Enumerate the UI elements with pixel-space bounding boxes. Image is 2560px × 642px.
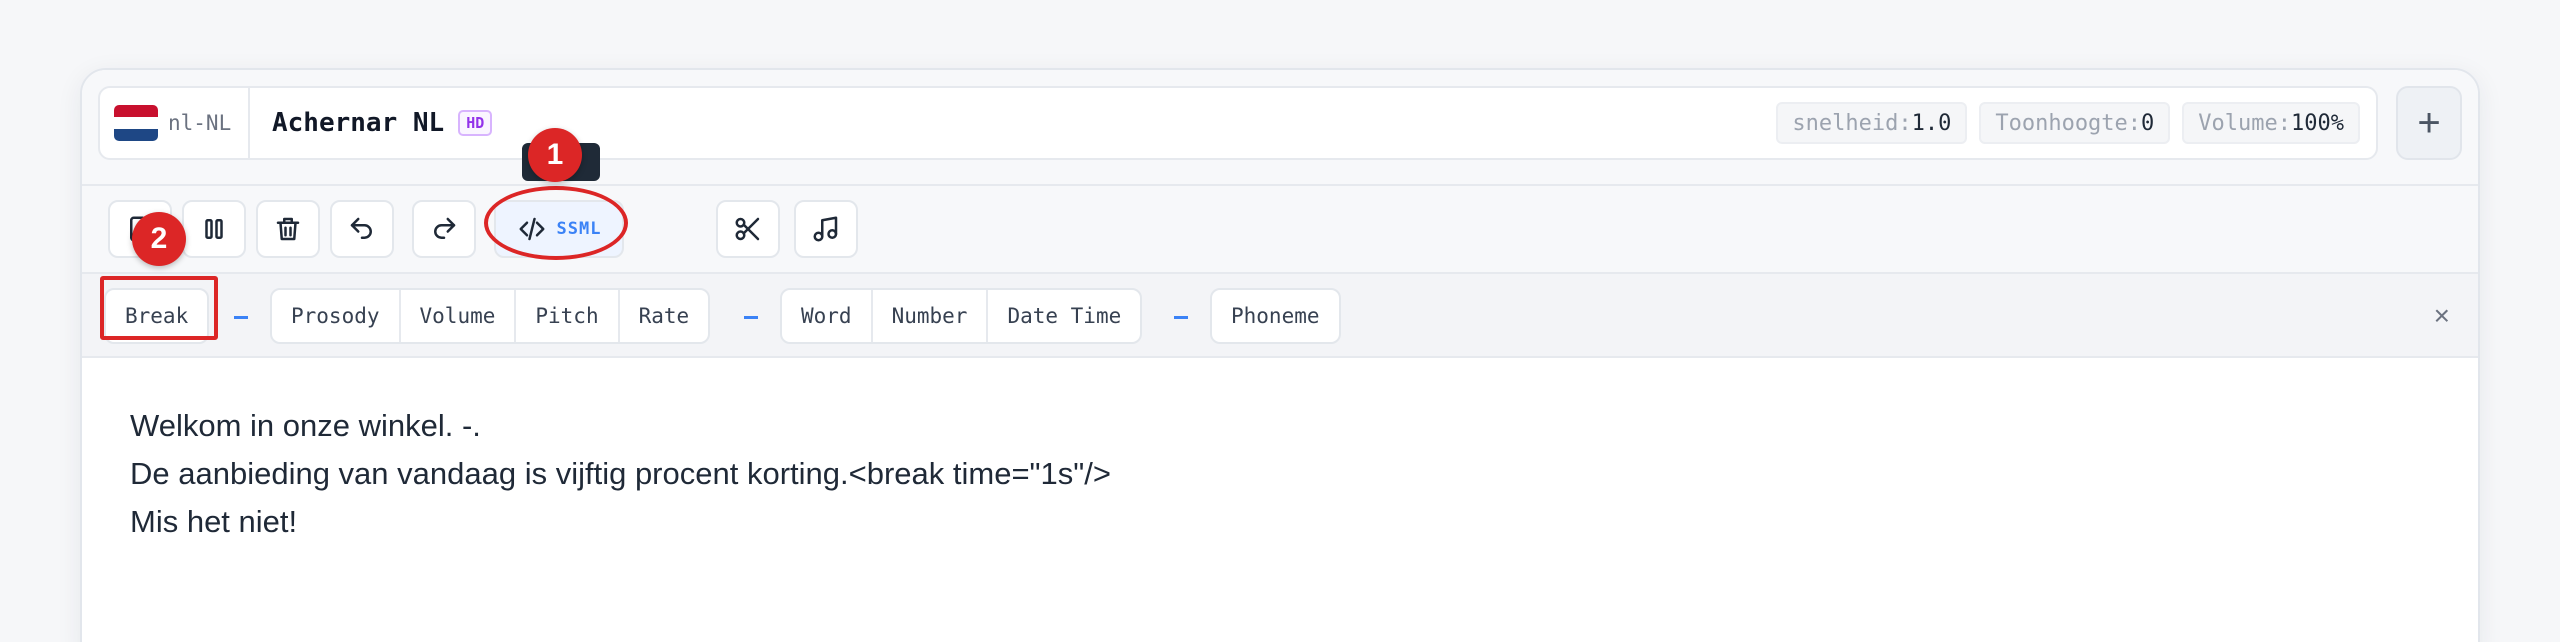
close-tag-bar-icon[interactable]: × — [2434, 300, 2450, 332]
tag-word[interactable]: Word — [782, 290, 873, 342]
cut-button[interactable] — [716, 200, 780, 258]
undo-button[interactable] — [330, 200, 394, 258]
speed-stat[interactable]: snelheid: 1.0 — [1776, 102, 1968, 144]
trash-icon — [276, 217, 300, 241]
editor-toolbar: SSML — [82, 186, 2478, 272]
tag-group-say-as: Word Number Date Time — [780, 288, 1143, 344]
tag-number[interactable]: Number — [873, 290, 989, 342]
editor-line: Welkom in onze winkel. -. — [130, 408, 481, 443]
add-voice-button[interactable]: + — [2396, 86, 2462, 160]
tag-date-time[interactable]: Date Time — [988, 290, 1140, 342]
pitch-stat[interactable]: Toonhoogte: 0 — [1979, 102, 2171, 144]
annotation-box-break — [100, 276, 218, 340]
tag-phoneme[interactable]: Phoneme — [1212, 290, 1339, 342]
editor-line: De aanbieding van vandaag is vijftig pro… — [130, 456, 1112, 491]
language-code: nl-NL — [168, 111, 232, 135]
pause-icon — [205, 219, 223, 239]
annotation-badge-1: 1 — [528, 128, 582, 182]
scissors-icon — [735, 217, 760, 241]
pause-button[interactable] — [182, 200, 246, 258]
tag-pitch[interactable]: Pitch — [516, 290, 620, 342]
tag-group-phoneme: Phoneme — [1210, 288, 1341, 344]
group-separator — [234, 316, 248, 319]
text-editor[interactable]: Welkom in onze winkel. -. De aanbieding … — [130, 402, 2430, 546]
tag-group-prosody: Prosody Volume Pitch Rate — [270, 288, 711, 344]
redo-button[interactable] — [412, 200, 476, 258]
language-selector[interactable]: nl-NL — [100, 88, 250, 158]
netherlands-flag-icon — [114, 105, 158, 141]
hd-badge: HD — [458, 110, 493, 136]
tag-rate[interactable]: Rate — [620, 290, 709, 342]
voice-name: Achernar NL — [272, 108, 445, 138]
music-button[interactable] — [794, 200, 858, 258]
voice-name-group: Achernar NL HD — [272, 88, 493, 158]
group-separator — [744, 316, 758, 319]
annotation-ring-ssml — [484, 186, 628, 260]
voice-selector[interactable]: nl-NL Achernar NL HD snelheid: 1.0 Toonho… — [98, 86, 2378, 160]
group-separator — [1174, 316, 1188, 319]
tag-prosody[interactable]: Prosody — [272, 290, 401, 342]
ssml-editor-card: nl-NL Achernar NL HD snelheid: 1.0 Toonho… — [80, 68, 2480, 642]
delete-button[interactable] — [256, 200, 320, 258]
voice-header: nl-NL Achernar NL HD snelheid: 1.0 Toonho… — [82, 70, 2478, 186]
ssml-tag-bar: Break Prosody Volume Pitch Rate Word Num… — [82, 272, 2478, 358]
redo-icon — [434, 217, 456, 239]
annotation-badge-2: 2 — [132, 212, 186, 266]
music-note-icon — [813, 216, 838, 242]
volume-stat[interactable]: Volume: 100% — [2182, 102, 2360, 144]
undo-icon — [350, 217, 372, 239]
tag-volume[interactable]: Volume — [401, 290, 517, 342]
editor-line: Mis het niet! — [130, 504, 298, 539]
voice-settings: snelheid: 1.0 Toonhoogte: 0 Volume: 100% — [1776, 102, 2360, 144]
